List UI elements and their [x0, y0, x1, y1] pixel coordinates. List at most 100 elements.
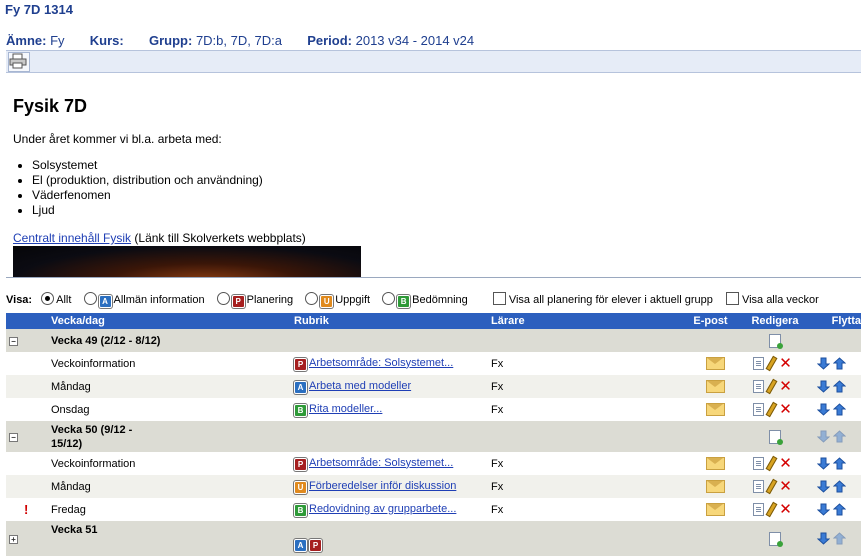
- move-down-icon[interactable]: [817, 480, 830, 493]
- copy-icon[interactable]: [753, 357, 765, 370]
- rubrik-link[interactable]: Arbeta med modeller: [309, 380, 411, 392]
- filter-planning-label: Planering: [246, 294, 294, 306]
- delete-icon[interactable]: ✕: [779, 402, 792, 417]
- week-title: Vecka 50 (9/12 - 15/12): [51, 421, 294, 452]
- copy-icon[interactable]: [753, 503, 765, 516]
- move-down-icon[interactable]: [817, 357, 830, 370]
- delete-icon[interactable]: ✕: [779, 356, 792, 371]
- rubrik-link[interactable]: Arbetsområde: Solsystemet...: [309, 357, 453, 369]
- edit-pencil-icon[interactable]: [765, 401, 778, 418]
- move-up-icon[interactable]: [833, 380, 846, 393]
- email-icon[interactable]: [706, 457, 725, 470]
- move-down-icon[interactable]: [817, 403, 830, 416]
- delete-icon[interactable]: ✕: [779, 479, 792, 494]
- filter-general-info[interactable]: A Allmän information: [83, 292, 205, 308]
- delete-icon[interactable]: ✕: [779, 379, 792, 394]
- col-move: Flytta: [817, 313, 861, 329]
- email-icon[interactable]: [706, 380, 725, 393]
- copy-icon[interactable]: [753, 457, 765, 470]
- badge-p-icon: P: [294, 357, 307, 371]
- filter-planning[interactable]: P Planering: [216, 292, 294, 308]
- radio-assessment[interactable]: [382, 292, 396, 305]
- topic-item: Ljud: [32, 203, 263, 218]
- radio-all[interactable]: [41, 292, 55, 305]
- move-down-icon[interactable]: [817, 457, 830, 470]
- email-icon[interactable]: [706, 480, 725, 493]
- planning-table: Vecka/dag Rubrik Lärare E-post Redigera …: [6, 313, 861, 556]
- show-all-weeks-option[interactable]: Visa alla veckor: [725, 292, 819, 306]
- move-up-icon[interactable]: [833, 503, 846, 516]
- banner-image: [13, 246, 361, 277]
- edit-pencil-icon[interactable]: [765, 355, 778, 372]
- link-suffix: (Länk till Skolverkets webbplats): [131, 231, 306, 245]
- print-button[interactable]: [8, 52, 30, 72]
- badge-u-icon: U: [294, 480, 307, 494]
- delete-icon[interactable]: ✕: [779, 502, 792, 517]
- edit-pencil-icon[interactable]: [765, 501, 778, 518]
- row-teacher: Fx: [491, 357, 504, 370]
- course-meta: Ämne: Fy Kurs: Grupp: 7D:b, 7D, 7D:a Per…: [6, 33, 474, 48]
- move-down-icon[interactable]: [817, 430, 830, 443]
- move-up-icon[interactable]: [833, 430, 846, 443]
- radio-general-info[interactable]: [83, 292, 97, 305]
- copy-icon[interactable]: [753, 380, 765, 393]
- show-all-planning-checkbox[interactable]: [492, 292, 506, 305]
- filter-task-label: Uppgift: [335, 294, 371, 306]
- rubrik-link[interactable]: Arbetsområde: Solsystemet...: [309, 457, 453, 469]
- move-down-icon[interactable]: [817, 380, 830, 393]
- col-edit: Redigera: [733, 313, 817, 329]
- collapse-toggle[interactable]: −: [9, 432, 18, 442]
- week-row: − Vecka 50 (9/12 - 15/12): [6, 421, 861, 452]
- table-row: ! Fredag B Redovidning av grupparbete... …: [6, 498, 861, 521]
- move-up-icon[interactable]: [833, 403, 846, 416]
- show-all-planning-option[interactable]: Visa all planering för elever i aktuell …: [492, 292, 713, 306]
- row-teacher: Fx: [491, 475, 688, 498]
- filter-assessment[interactable]: B Bedömning: [382, 292, 468, 308]
- move-up-icon[interactable]: [833, 480, 846, 493]
- move-down-icon[interactable]: [817, 503, 830, 516]
- row-teacher: Fx: [491, 403, 504, 416]
- new-entry-icon[interactable]: [769, 333, 783, 349]
- intro-text: Under året kommer vi bl.a. arbeta med:: [13, 132, 222, 146]
- table-header: Vecka/dag Rubrik Lärare E-post Redigera …: [6, 313, 861, 329]
- edit-pencil-icon[interactable]: [765, 455, 778, 472]
- table-row: Veckoinformation P Arbetsområde: Solsyste…: [6, 452, 861, 475]
- filter-all[interactable]: Allt: [41, 292, 71, 306]
- row-day: Veckoinformation: [51, 357, 136, 370]
- badge-a-icon: A: [294, 539, 307, 552]
- central-content-link[interactable]: Centralt innehåll Fysik: [13, 231, 131, 245]
- badge-a-icon: A: [98, 295, 112, 308]
- rubrik-link[interactable]: Förberedelser inför diskussion: [309, 480, 456, 492]
- show-all-weeks-checkbox[interactable]: [725, 292, 739, 305]
- email-icon[interactable]: [706, 403, 725, 416]
- group-value: 7D:b, 7D, 7D:a: [195, 33, 282, 48]
- move-up-icon[interactable]: [833, 357, 846, 370]
- edit-pencil-icon[interactable]: [765, 478, 778, 495]
- move-up-icon[interactable]: [833, 457, 846, 470]
- rubrik-link[interactable]: Redovidning av grupparbete...: [309, 503, 456, 515]
- new-entry-icon[interactable]: [769, 429, 783, 445]
- rubrik-link[interactable]: Rita modeller...: [309, 403, 382, 415]
- email-icon[interactable]: [706, 357, 725, 370]
- edit-pencil-icon[interactable]: [765, 378, 778, 395]
- subject-label: Ämne:: [6, 33, 47, 48]
- copy-icon[interactable]: [753, 480, 765, 493]
- group-label: Grupp:: [148, 33, 193, 48]
- radio-task[interactable]: [305, 292, 319, 305]
- copy-icon[interactable]: [753, 403, 765, 416]
- filter-task[interactable]: U Uppgift: [305, 292, 370, 308]
- badge-p-icon: P: [294, 457, 307, 471]
- row-teacher: Fx: [491, 457, 504, 470]
- expand-toggle[interactable]: +: [9, 534, 18, 544]
- email-icon[interactable]: [706, 503, 725, 516]
- table-row: Måndag U Förberedelser inför diskussion F…: [6, 475, 861, 498]
- move-up-icon[interactable]: [833, 532, 846, 545]
- new-entry-icon[interactable]: [769, 531, 783, 547]
- table-row: Veckoinformation P Arbetsområde: Solsyste…: [6, 352, 861, 375]
- collapse-toggle[interactable]: −: [9, 336, 18, 346]
- col-email: E-post: [688, 313, 733, 329]
- delete-icon[interactable]: ✕: [779, 456, 792, 471]
- move-down-icon[interactable]: [817, 532, 830, 545]
- topic-item: Väderfenomen: [32, 188, 263, 203]
- radio-planning[interactable]: [216, 292, 230, 305]
